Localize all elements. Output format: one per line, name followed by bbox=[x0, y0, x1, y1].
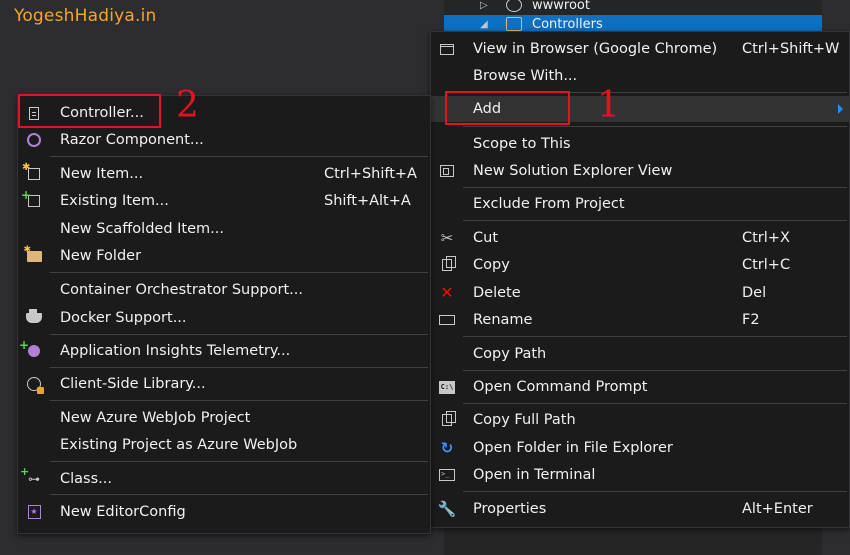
menu-item-cut[interactable]: ✂ Cut Ctrl+X bbox=[431, 225, 849, 251]
menu-item-open-command-prompt[interactable]: C:\ Open Command Prompt bbox=[431, 374, 849, 400]
menu-item-view-in-browser[interactable]: View in Browser (Google Chrome) Ctrl+Shi… bbox=[431, 36, 849, 62]
menu-item-rename[interactable]: Rename F2 bbox=[431, 307, 849, 333]
copy-icon bbox=[439, 411, 456, 428]
annotation-step-1: 1 bbox=[597, 85, 620, 126]
terminal-icon: >_ bbox=[439, 467, 455, 483]
submenu-item-new-folder[interactable]: New Folder bbox=[18, 242, 430, 269]
submenu-item-container-orchestrator-support[interactable]: Container Orchestrator Support... bbox=[18, 277, 430, 303]
rename-icon bbox=[439, 312, 455, 328]
tree-item-label: Controllers bbox=[532, 16, 603, 32]
menu-separator bbox=[463, 336, 847, 337]
annotation-box-controller bbox=[18, 94, 161, 128]
insights-icon bbox=[19, 337, 42, 359]
submenu-arrow-icon bbox=[838, 104, 843, 114]
tree-item-label: wwwroot bbox=[532, 0, 590, 13]
chevron-down-icon[interactable]: ◢ bbox=[480, 19, 488, 30]
menu-item-copy-full-path[interactable]: Copy Full Path bbox=[431, 407, 849, 433]
menu-separator bbox=[463, 187, 847, 188]
menu-item-new-solution-explorer-view[interactable]: New Solution Explorer View bbox=[431, 158, 849, 184]
command-prompt-icon: C:\ bbox=[439, 379, 455, 395]
new-item-icon bbox=[22, 160, 42, 182]
menu-separator bbox=[50, 272, 428, 273]
copy-icon bbox=[439, 256, 456, 273]
menu-item-browse-with[interactable]: Browse With... bbox=[431, 63, 849, 89]
globe-icon bbox=[506, 0, 522, 12]
submenu-item-client-side-library[interactable]: Client-Side Library... bbox=[18, 371, 430, 397]
library-icon bbox=[26, 376, 44, 394]
class-icon: ⊶ bbox=[20, 464, 42, 487]
add-submenu: Controller... Razor Component... New Ite… bbox=[17, 95, 431, 534]
folder-icon bbox=[506, 17, 522, 31]
submenu-item-existing-item[interactable]: Existing Item... Shift+Alt+A bbox=[18, 187, 430, 214]
menu-separator bbox=[463, 220, 847, 221]
menu-item-exclude-from-project[interactable]: Exclude From Project bbox=[431, 191, 849, 217]
editorconfig-icon: ★ bbox=[26, 504, 42, 520]
submenu-item-new-item[interactable]: New Item... Ctrl+Shift+A bbox=[18, 160, 430, 187]
menu-item-properties[interactable]: 🔧 Properties Alt+Enter bbox=[431, 496, 849, 522]
browser-icon bbox=[439, 41, 455, 57]
chevron-right-icon[interactable]: ▷ bbox=[480, 0, 488, 11]
docker-icon bbox=[26, 309, 42, 326]
menu-separator bbox=[463, 370, 847, 371]
menu-item-open-in-terminal[interactable]: >_ Open in Terminal bbox=[431, 462, 849, 488]
tree-item-wwwroot[interactable]: ▷ wwwroot bbox=[444, 0, 822, 14]
submenu-item-class[interactable]: ⊶ Class... bbox=[18, 464, 430, 492]
menu-item-delete[interactable]: ✕ Delete Del bbox=[431, 280, 849, 306]
annotation-step-2: 2 bbox=[176, 85, 199, 126]
menu-separator bbox=[463, 126, 847, 127]
submenu-item-razor-component[interactable]: Razor Component... bbox=[18, 127, 430, 153]
menu-separator bbox=[50, 400, 428, 401]
annotation-box-add bbox=[445, 91, 570, 125]
menu-separator bbox=[50, 367, 428, 368]
watermark: YogeshHadiya.in bbox=[14, 6, 157, 26]
cut-icon: ✂ bbox=[440, 229, 454, 247]
menu-separator bbox=[463, 491, 847, 492]
submenu-item-new-azure-webjob-project[interactable]: New Azure WebJob Project bbox=[18, 405, 430, 431]
menu-item-open-folder-in-file-explorer[interactable]: ↻ Open Folder in File Explorer bbox=[431, 435, 849, 461]
submenu-item-docker-support[interactable]: Docker Support... bbox=[18, 305, 430, 331]
solution-view-icon bbox=[439, 163, 455, 179]
razor-icon bbox=[26, 132, 42, 148]
existing-item-icon bbox=[21, 187, 42, 209]
menu-item-scope-to-this[interactable]: Scope to This bbox=[431, 131, 849, 157]
wrench-icon: 🔧 bbox=[437, 500, 457, 518]
submenu-item-new-editorconfig[interactable]: ★ New EditorConfig bbox=[18, 499, 430, 525]
delete-icon: ✕ bbox=[440, 283, 454, 302]
submenu-item-existing-project-as-azure-webjob[interactable]: Existing Project as Azure WebJob bbox=[18, 432, 430, 458]
submenu-item-application-insights-telemetry[interactable]: Application Insights Telemetry... bbox=[18, 337, 430, 364]
menu-separator bbox=[50, 461, 428, 462]
menu-item-copy[interactable]: Copy Ctrl+C bbox=[431, 252, 849, 278]
new-folder-icon bbox=[24, 242, 42, 264]
submenu-item-new-scaffolded-item[interactable]: New Scaffolded Item... bbox=[18, 216, 430, 242]
menu-item-copy-path[interactable]: Copy Path bbox=[431, 341, 849, 367]
menu-separator bbox=[50, 494, 428, 495]
refresh-icon: ↻ bbox=[440, 439, 454, 457]
menu-separator bbox=[50, 156, 428, 157]
menu-separator bbox=[463, 403, 847, 404]
menu-separator bbox=[50, 334, 428, 335]
